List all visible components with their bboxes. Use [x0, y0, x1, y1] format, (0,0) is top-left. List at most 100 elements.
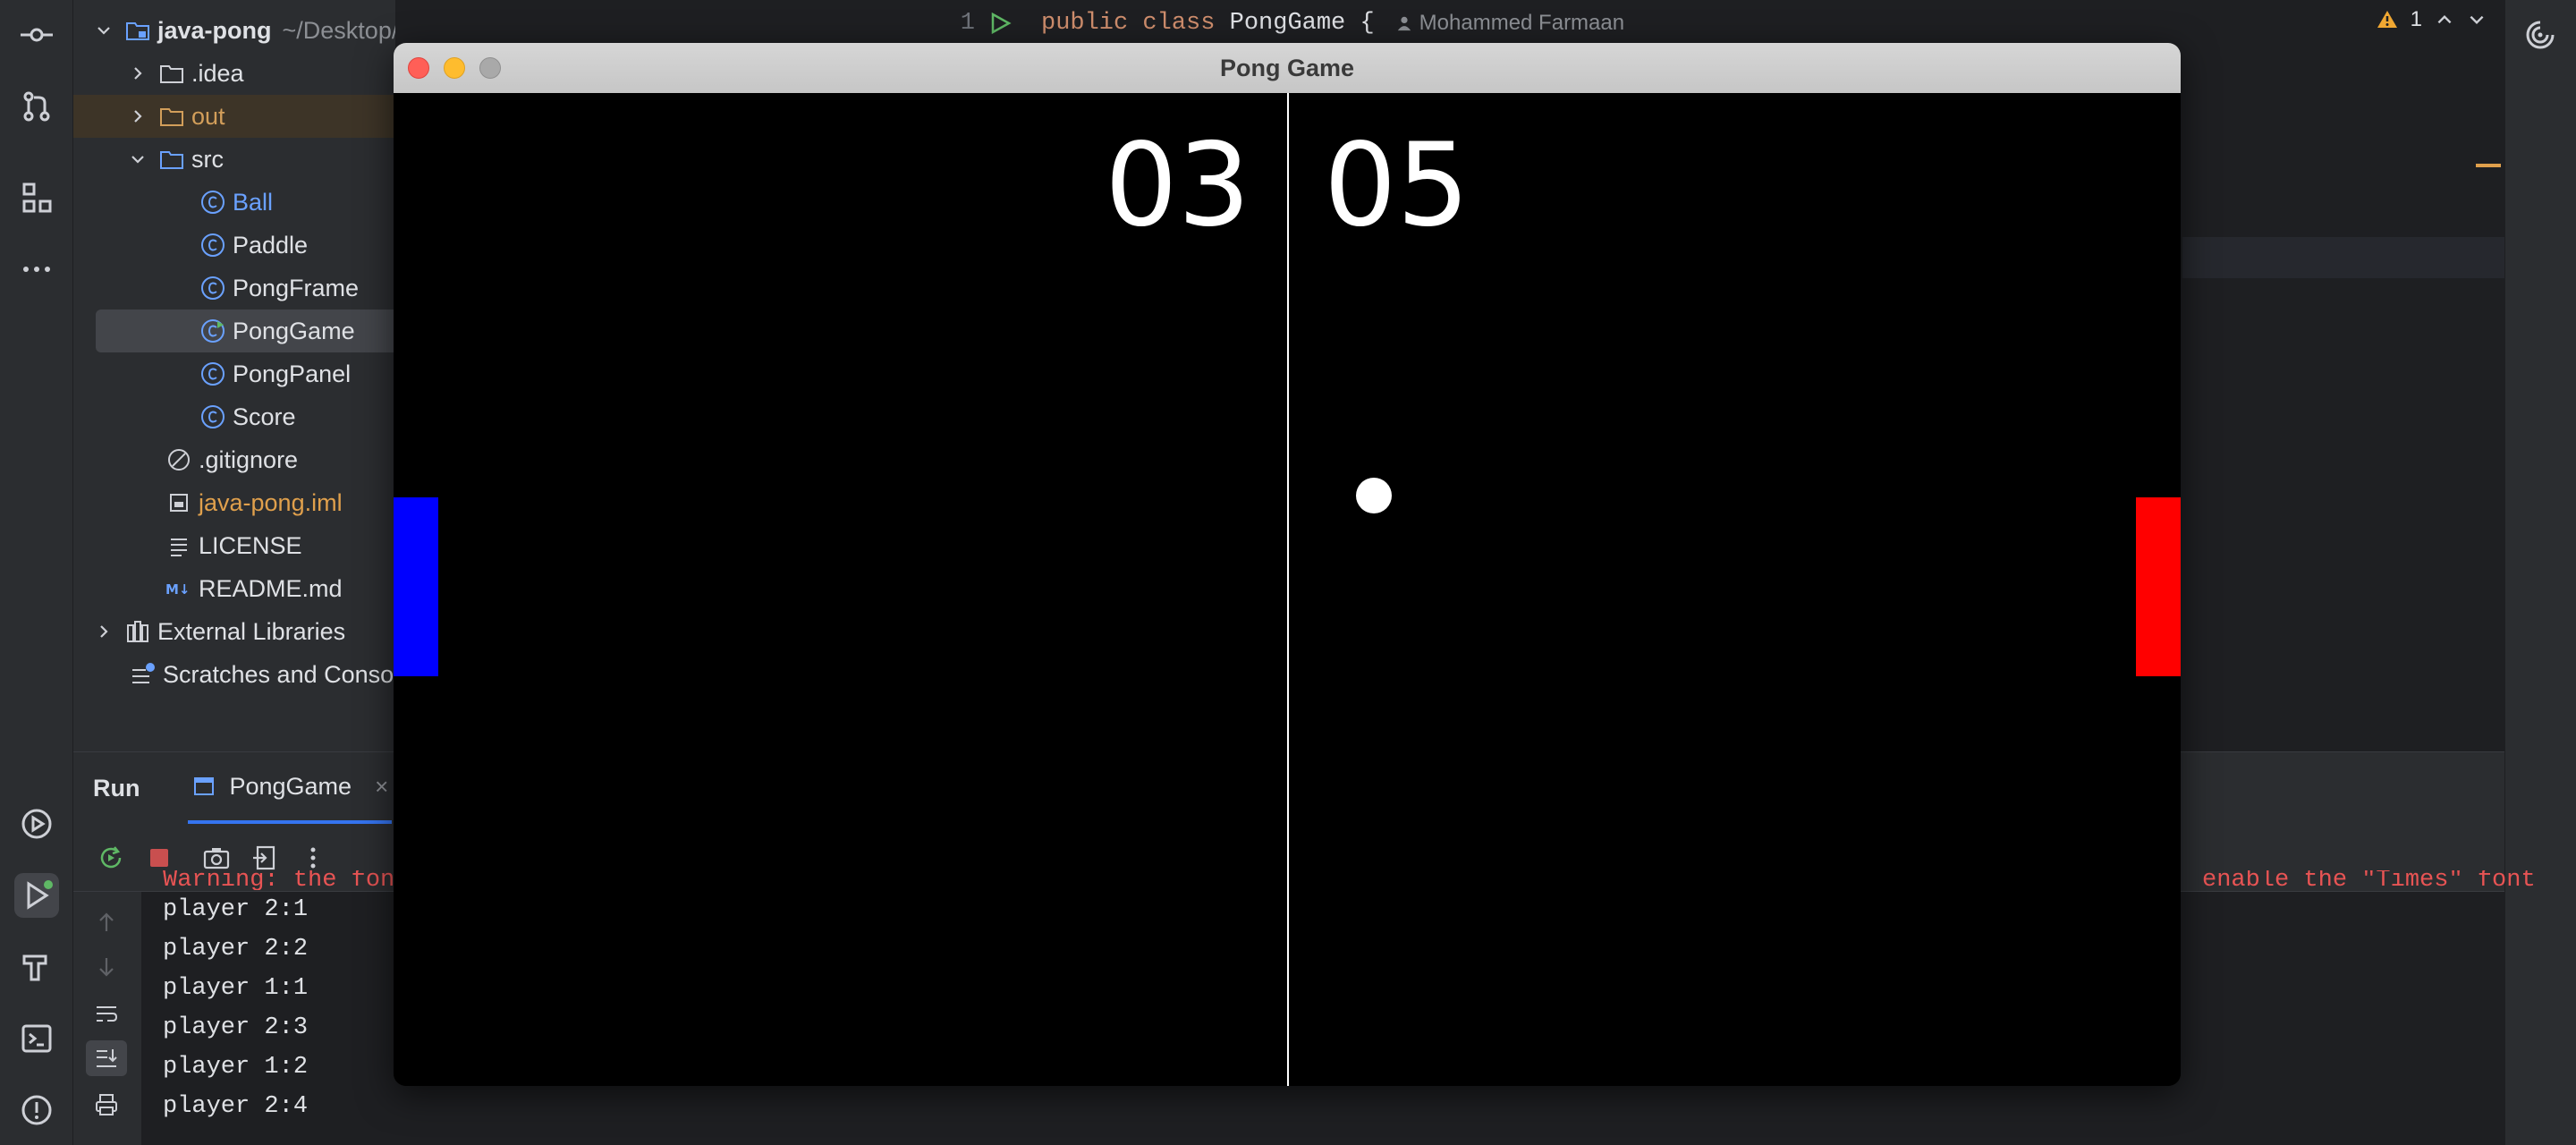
game-canvas[interactable]: 03 05 [394, 93, 2181, 1086]
tree-label: PongGame [233, 317, 355, 344]
paddle-right [2136, 497, 2181, 676]
code-author: Mohammed Farmaan [1396, 11, 1624, 36]
zoom-window-button[interactable] [479, 57, 501, 79]
arrow-down-icon[interactable] [86, 949, 127, 985]
score-player-1: 03 [1105, 119, 1250, 252]
tree-label: PongFrame [233, 274, 360, 301]
ai-assistant-icon[interactable] [2518, 13, 2563, 57]
keyword: public [1041, 10, 1129, 37]
class-icon [199, 231, 227, 259]
soft-wrap-icon[interactable] [86, 996, 127, 1031]
center-net [1287, 93, 1289, 1086]
tree-label: out [191, 102, 225, 130]
chevron-right-icon[interactable] [127, 63, 148, 84]
scratches-icon [129, 660, 157, 689]
tree-root[interactable]: java-pong ~/Desktop/Dev/Projects/java-po… [73, 9, 395, 52]
author-name: Mohammed Farmaan [1419, 11, 1625, 35]
problems-icon[interactable] [14, 1088, 59, 1132]
tree-label: Scratches and Consoles [163, 660, 395, 688]
close-window-button[interactable] [408, 57, 429, 79]
chevron-up-icon[interactable] [2435, 10, 2454, 30]
console-side-toolbar [73, 892, 141, 1145]
warning-count: 1 [2410, 7, 2422, 31]
project-path: ~/Desktop/Dev/Projects/java-pong [282, 16, 395, 44]
minimize-window-button[interactable] [444, 57, 465, 79]
tree-label: PongPanel [233, 360, 352, 387]
main-class-icon [199, 317, 227, 345]
commit-icon[interactable] [14, 13, 59, 57]
class-icon [199, 188, 227, 216]
class-icon [199, 274, 227, 302]
tree-item-out[interactable]: out [73, 95, 395, 138]
ball [1356, 478, 1392, 513]
chevron-down-icon[interactable] [93, 20, 114, 41]
tree-item-scratches[interactable]: Scratches and Consoles [73, 653, 395, 696]
source-folder-icon [157, 145, 186, 174]
inspection-widget[interactable]: 1 [2377, 7, 2487, 32]
chevron-right-icon[interactable] [93, 621, 114, 642]
run-tab-ponggame[interactable]: PongGame × [188, 752, 393, 824]
activity-bar [0, 0, 73, 1145]
tree-item-readme[interactable]: M↓ README.md [73, 567, 395, 610]
tree-item-ball[interactable]: Ball [73, 181, 395, 224]
project-name: java-pong [157, 16, 272, 44]
tree-label: .gitignore [199, 445, 299, 473]
tree-item-pongframe[interactable]: PongFrame [73, 267, 395, 310]
run-config-icon [194, 777, 215, 795]
terminal-icon[interactable] [14, 1016, 59, 1061]
excluded-folder-icon [157, 102, 186, 131]
more-tools-icon[interactable] [14, 247, 59, 292]
tree-label: README.md [199, 574, 343, 602]
project-panel: java-pong ~/Desktop/Dev/Projects/java-po… [73, 0, 395, 751]
keyword: class [1142, 10, 1216, 37]
tree-item-license[interactable]: LICENSE [73, 524, 395, 567]
rerun-icon[interactable] [91, 838, 131, 878]
tree-item-src[interactable]: src [73, 138, 395, 181]
tree-label: java-pong.iml [199, 488, 343, 516]
right-toolbar [2504, 0, 2576, 1145]
structure-icon[interactable] [14, 175, 59, 220]
tree-item-paddle[interactable]: Paddle [73, 224, 395, 267]
services-icon[interactable] [14, 802, 59, 846]
tree-label: src [191, 145, 224, 173]
tree-item-gitignore[interactable]: .gitignore [73, 438, 395, 481]
print-icon[interactable] [86, 1087, 127, 1123]
run-tab-label: PongGame [229, 772, 352, 800]
chevron-down-icon[interactable] [2467, 10, 2487, 30]
run-icon[interactable] [14, 873, 59, 918]
scroll-to-end-icon[interactable] [86, 1040, 127, 1076]
current-line-highlight [2182, 237, 2531, 278]
tree-item-iml[interactable]: java-pong.iml [73, 481, 395, 524]
chevron-right-icon[interactable] [127, 106, 148, 127]
error-stripe-mark[interactable] [2476, 164, 2501, 167]
tree-item-score[interactable]: Score [73, 395, 395, 438]
tree-label: Ball [233, 188, 274, 216]
chevron-down-icon[interactable] [127, 148, 148, 170]
run-title: Run [93, 774, 140, 802]
close-tab-icon[interactable]: × [375, 773, 388, 801]
console-warning-tail: enable the "Times" font [2202, 870, 2536, 890]
warning-icon [2377, 11, 2397, 28]
svg-text:M↓: M↓ [165, 581, 191, 598]
code-line: 1 public class PongGame { Mohammed Farma… [921, 0, 2504, 47]
folder-icon [157, 59, 186, 88]
window-titlebar[interactable]: Pong Game [394, 43, 2181, 93]
score-player-2: 05 [1324, 119, 1470, 252]
run-gutter-icon[interactable] [987, 11, 1013, 36]
module-file-icon [165, 488, 193, 517]
pull-requests-icon[interactable] [14, 84, 59, 129]
class-icon [199, 403, 227, 431]
tree-item-ponggame[interactable]: PongGame [96, 310, 395, 352]
library-icon [123, 617, 152, 646]
tree-item-idea[interactable]: .idea [73, 52, 395, 95]
brace: { [1360, 10, 1375, 37]
pong-game-window[interactable]: Pong Game 03 05 [394, 43, 2181, 1086]
tree-label: .idea [191, 59, 244, 87]
tree-item-pongpanel[interactable]: PongPanel [73, 352, 395, 395]
tree-label: LICENSE [199, 531, 302, 559]
build-icon[interactable] [14, 945, 59, 989]
paddle-left [394, 497, 438, 676]
tree-label: Paddle [233, 231, 309, 259]
arrow-up-icon[interactable] [86, 904, 127, 940]
tree-item-external-libraries[interactable]: External Libraries [73, 610, 395, 653]
